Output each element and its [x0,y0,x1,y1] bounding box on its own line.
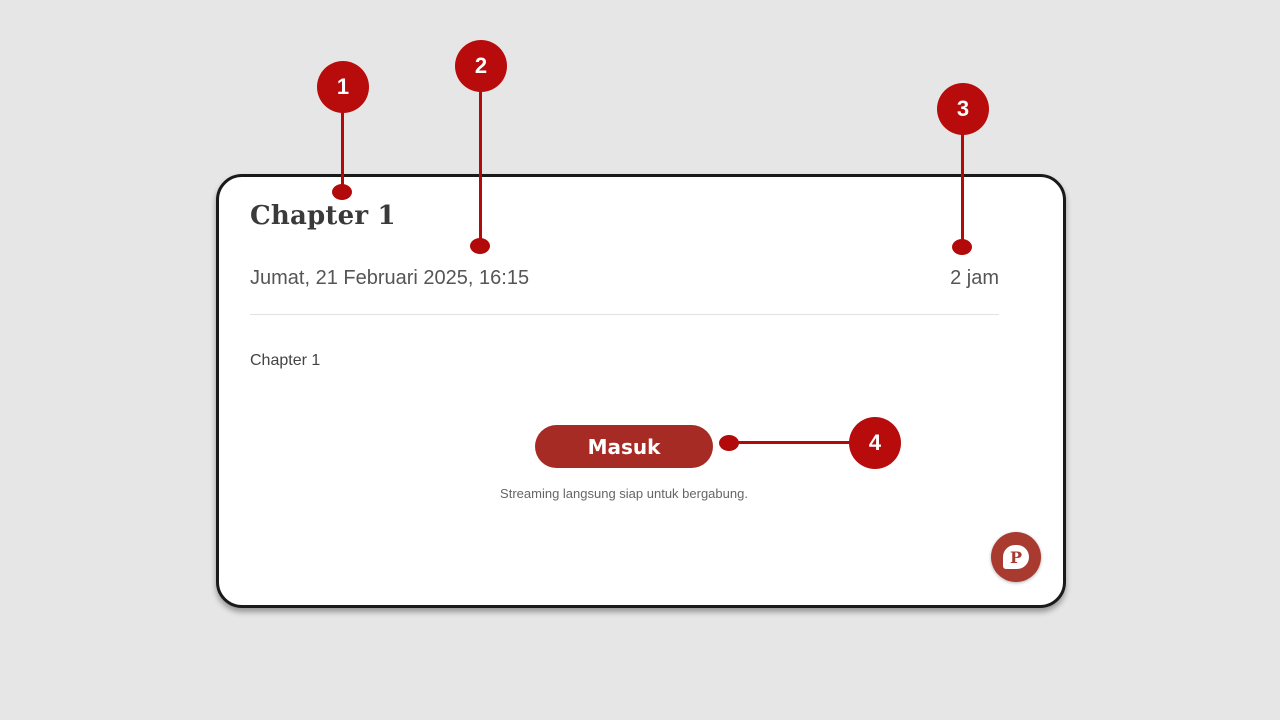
callout-2-dot [470,238,490,254]
callout-3-badge: 3 [937,83,989,135]
session-title: Chapter 1 [250,201,396,231]
session-datetime: Jumat, 21 Februari 2025, 16:15 [250,267,530,289]
divider [250,314,999,315]
callout-4-dot [719,435,739,451]
callout-3-dot [952,239,972,255]
callout-4-line [734,441,854,444]
callout-1-badge: 1 [317,61,369,113]
callout-2-badge: 2 [455,40,507,92]
session-duration: 2 jam [950,267,999,289]
session-description: Chapter 1 [250,352,321,369]
chat-fab-button[interactable]: P [991,532,1041,582]
session-card: Chapter 1 Jumat, 21 Februari 2025, 16:15… [216,174,1066,608]
callout-2-line [479,84,482,244]
chat-bubble-icon: P [1003,545,1029,569]
callout-4-badge: 4 [849,417,901,469]
callout-1-dot [332,184,352,200]
callout-3-line [961,126,964,244]
enter-button[interactable]: Masuk [535,425,713,468]
stream-status-note: Streaming langsung siap untuk bergabung. [500,486,748,501]
callout-1-line [341,104,344,190]
annotated-screenshot: Chapter 1 Jumat, 21 Februari 2025, 16:15… [0,0,1280,720]
